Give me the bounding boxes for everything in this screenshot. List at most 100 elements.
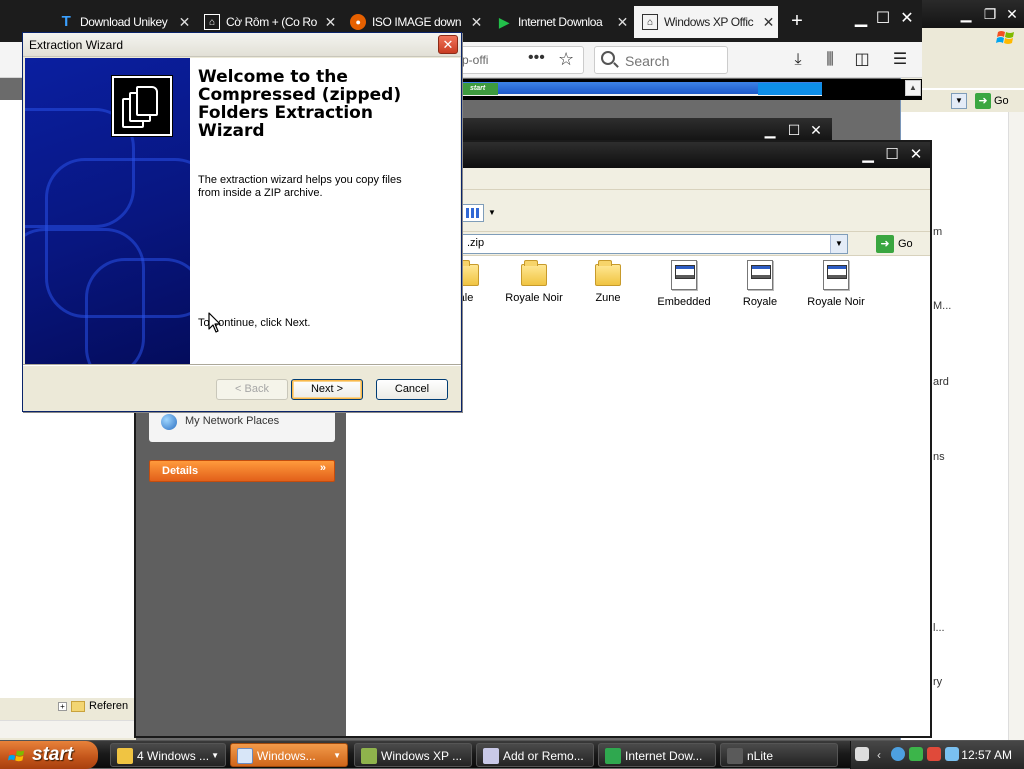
taskbar-button[interactable]: Add or Remo...: [476, 743, 594, 767]
go-button[interactable]: ➜ Go: [876, 235, 913, 253]
close-tab-icon[interactable]: ✕: [763, 6, 775, 38]
views-icon[interactable]: [462, 204, 484, 222]
sidebar-icon[interactable]: ◫: [850, 48, 874, 72]
download-icon[interactable]: ⤓: [786, 48, 810, 72]
next-button[interactable]: Next >: [291, 379, 363, 400]
network-places-label: My Network Places: [185, 415, 280, 427]
details-panel-header[interactable]: Details »: [149, 460, 335, 482]
theme-file-item[interactable]: Royale Noir: [800, 260, 872, 308]
search-box[interactable]: [594, 46, 728, 74]
keyboard-icon[interactable]: [855, 747, 869, 761]
nlite-app-icon: [727, 748, 743, 764]
scroll-up-icon[interactable]: ▲: [905, 80, 921, 96]
browser-tab[interactable]: ▶ Internet Downloa ✕: [488, 6, 632, 38]
task-label: Windows XP ...: [381, 749, 463, 763]
network-icon[interactable]: [891, 747, 905, 761]
close-icon[interactable]: ✕: [896, 8, 918, 30]
go-arrow-icon: ➜: [876, 235, 894, 253]
zip-folder-icon: [237, 748, 253, 764]
horizontal-scrollbar[interactable]: [0, 720, 136, 738]
taskbar-button[interactable]: 4 Windows ... ▼: [110, 743, 226, 767]
menu-icon[interactable]: ☰: [888, 48, 912, 72]
taskbar-button[interactable]: Internet Dow...: [598, 743, 716, 767]
theme-file-item[interactable]: Embedded: [648, 260, 720, 308]
taskbar: start 4 Windows ... ▼ Windows... ▼ Windo…: [0, 740, 1024, 769]
task-label: Internet Dow...: [625, 749, 703, 763]
t-logo-icon: T: [61, 13, 71, 30]
building-icon: ⌂: [204, 14, 220, 30]
item-label-fragment: M...: [933, 300, 952, 312]
minimize-icon[interactable]: ▁: [850, 8, 872, 30]
minimize-icon[interactable]: ▁: [955, 5, 977, 23]
show-hidden-icons-chevron[interactable]: ‹: [877, 741, 881, 769]
library-icon[interactable]: ⫼: [818, 48, 842, 72]
close-icon[interactable]: ✕: [438, 35, 458, 54]
volume-icon[interactable]: [945, 747, 959, 761]
mouse-cursor-icon: [208, 312, 221, 333]
maximize-icon[interactable]: ☐: [872, 8, 894, 30]
go-button[interactable]: ➜ Go: [975, 92, 1015, 110]
task-label: nLite: [747, 749, 774, 763]
address-dropdown-icon[interactable]: ▼: [830, 235, 847, 253]
maximize-icon[interactable]: ☐: [784, 121, 804, 139]
back-button[interactable]: < Back: [216, 379, 288, 400]
new-tab-icon[interactable]: +: [786, 6, 808, 38]
group-dropdown-icon[interactable]: ▼: [211, 744, 219, 766]
internet-download-manager-icon: [605, 748, 621, 764]
windows-flag-icon: [996, 31, 1014, 44]
taskbar-button-active[interactable]: Windows... ▼: [230, 743, 348, 767]
folder-icon: [595, 260, 621, 286]
item-label-fragment: ry: [933, 676, 943, 688]
folder-item[interactable]: Royale Noir: [498, 260, 570, 304]
building-icon: ⌂: [642, 14, 658, 30]
taskbar-button[interactable]: nLite: [720, 743, 838, 767]
nlite-icon: [361, 748, 377, 764]
url-bar[interactable]: p-offi ••• ☆: [460, 46, 584, 74]
address-dropdown-icon[interactable]: ▼: [951, 93, 967, 109]
close-icon[interactable]: ✕: [806, 121, 826, 139]
theme-file-item[interactable]: Royale: [730, 260, 790, 308]
close-tab-icon[interactable]: ✕: [471, 6, 483, 38]
clock: 12:57 AM: [961, 748, 1012, 762]
tab-label: Windows XP Offic: [664, 15, 754, 29]
taskbar-button[interactable]: Windows XP ...: [354, 743, 472, 767]
restore-icon[interactable]: ❐: [979, 5, 1001, 23]
search-input[interactable]: [623, 52, 723, 70]
close-tab-icon[interactable]: ✕: [617, 6, 629, 38]
go-label: Go: [898, 238, 913, 250]
group-dropdown-icon[interactable]: ▼: [333, 744, 341, 766]
address-field[interactable]: .zip ▼: [462, 234, 848, 254]
folder-item[interactable]: Zune: [578, 260, 638, 304]
download-manager-tray-icon[interactable]: [909, 747, 923, 761]
preview-start-button: start: [462, 83, 498, 95]
close-icon[interactable]: ✕: [906, 145, 926, 165]
wizard-side-banner: [25, 58, 190, 364]
file-label: Zune: [595, 292, 621, 304]
go-label: Go: [994, 95, 1009, 107]
close-icon[interactable]: ✕: [1001, 5, 1023, 23]
tree-item-label: Referen: [89, 700, 129, 712]
tab-label: Cờ Rôm + (Co Ro: [226, 15, 317, 29]
file-label: Embedded: [657, 296, 711, 308]
folder-icon: [521, 260, 547, 286]
go-arrow-icon: ➜: [975, 93, 991, 109]
theme-file-icon: [671, 260, 697, 290]
minimize-icon[interactable]: ▁: [760, 121, 780, 139]
page-actions-icon[interactable]: •••: [528, 49, 545, 67]
cancel-button[interactable]: Cancel: [376, 379, 448, 400]
windows-flag-icon: [8, 749, 25, 762]
views-dropdown-icon[interactable]: ▼: [488, 208, 496, 217]
expand-chevron-icon[interactable]: »: [320, 462, 326, 474]
vertical-scrollbar[interactable]: [1008, 112, 1024, 740]
start-label: start: [32, 744, 74, 765]
security-tray-icon[interactable]: [927, 747, 941, 761]
expand-icon[interactable]: +: [58, 701, 67, 711]
wizard-title: Extraction Wizard: [29, 38, 124, 52]
start-button[interactable]: start: [0, 741, 98, 769]
bookmark-star-icon[interactable]: ☆: [558, 49, 574, 70]
tree-item-references[interactable]: + Referen: [58, 700, 128, 712]
wizard-content: Welcome to the Compressed (zipped) Folde…: [190, 58, 460, 364]
browser-tab-active[interactable]: ⌂ Windows XP Offic ✕: [634, 6, 778, 38]
minimize-icon[interactable]: ▁: [858, 145, 878, 165]
maximize-icon[interactable]: ☐: [882, 145, 902, 165]
